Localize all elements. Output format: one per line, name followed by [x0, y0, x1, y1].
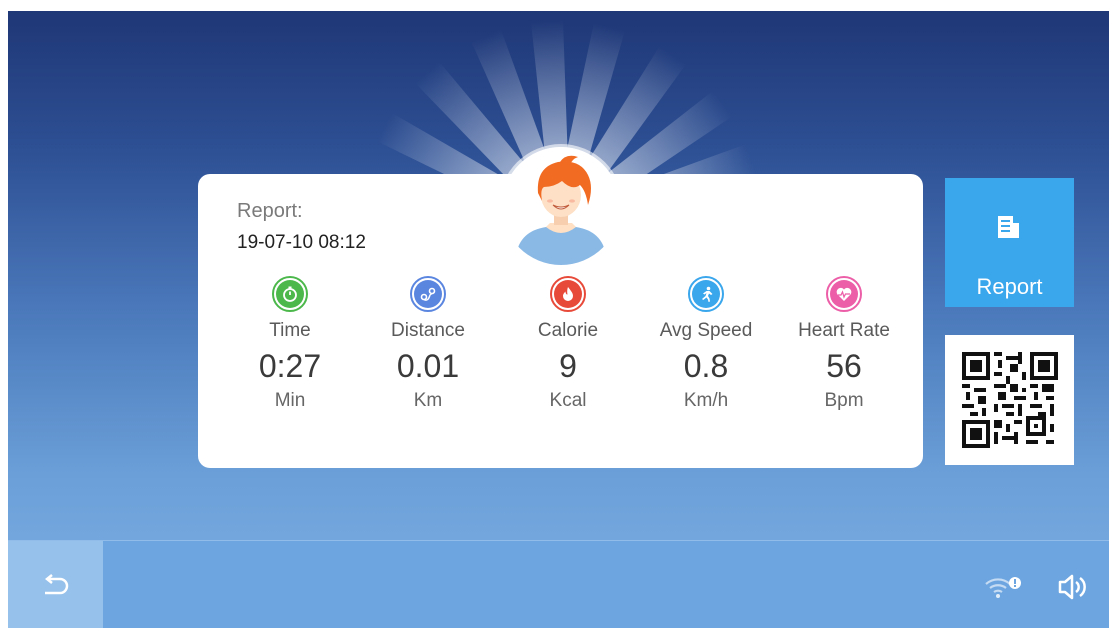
- back-arrow-icon: [44, 574, 69, 595]
- back-button[interactable]: [8, 541, 103, 628]
- report-button[interactable]: Report: [945, 178, 1074, 307]
- qr-code: [945, 335, 1074, 465]
- bottom-navigation-bar: [8, 540, 1109, 628]
- stopwatch-icon: [272, 276, 308, 312]
- stat-calorie: Calorie 9 Kcal: [503, 276, 633, 412]
- user-avatar: [502, 147, 620, 265]
- stat-label: Heart Rate: [798, 320, 890, 341]
- speaker-icon[interactable]: [1057, 574, 1089, 600]
- report-button-label: Report: [976, 274, 1043, 299]
- stat-unit: Kcal: [549, 390, 587, 411]
- stat-time: Time 0:27 Min: [225, 276, 355, 412]
- stat-label: Time: [269, 320, 311, 341]
- stat-label: Distance: [391, 320, 465, 341]
- report-title: Report:: [237, 200, 303, 222]
- heart-icon: [826, 276, 862, 312]
- flame-icon: [550, 276, 586, 312]
- stat-unit: Bpm: [824, 390, 864, 411]
- stat-unit: Km/h: [683, 390, 729, 411]
- route-icon: [410, 276, 446, 312]
- app-screen: Report: 19-07-10 08:12 Time 0:27 Min Dis…: [8, 11, 1109, 628]
- stat-unit: Min: [274, 390, 306, 411]
- stat-value: 0:27: [258, 348, 322, 384]
- stat-label: Avg Speed: [659, 320, 753, 341]
- stat-value: 9: [559, 348, 577, 384]
- runner-icon: [688, 276, 724, 312]
- stat-label: Calorie: [537, 320, 599, 341]
- document-icon: [998, 216, 1019, 238]
- wifi-alert-icon: [985, 577, 1021, 598]
- report-datetime: 19-07-10 08:12: [237, 232, 366, 253]
- stat-value: 0.8: [683, 348, 729, 384]
- stat-value: 56: [826, 348, 862, 384]
- stat-distance: Distance 0.01 Km: [363, 276, 493, 412]
- stat-value: 0.01: [396, 348, 460, 384]
- stat-avg-speed: Avg Speed 0.8 Km/h: [641, 276, 771, 412]
- stat-heart-rate: Heart Rate 56 Bpm: [779, 276, 909, 412]
- stat-unit: Km: [413, 390, 443, 411]
